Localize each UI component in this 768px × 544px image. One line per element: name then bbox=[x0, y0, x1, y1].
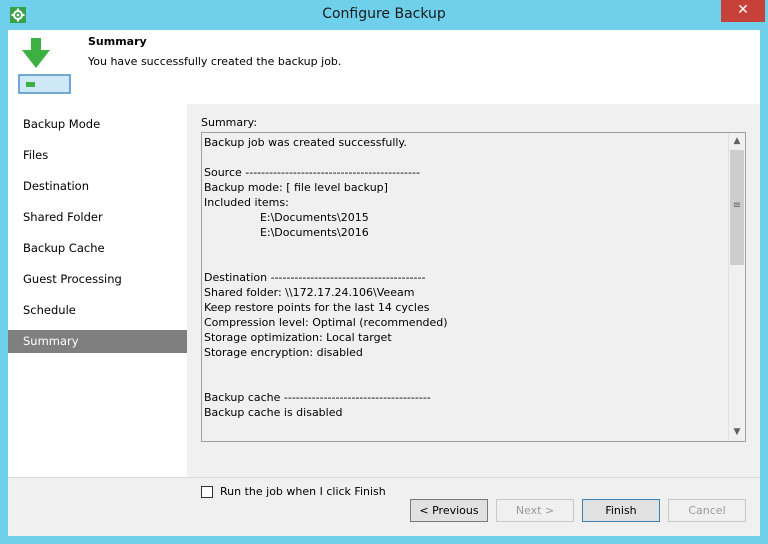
scrollbar-thumb[interactable]: ≡ bbox=[730, 150, 744, 265]
nav-item-schedule[interactable]: Schedule bbox=[8, 299, 187, 322]
dialog-client-area: Summary You have successfully created th… bbox=[8, 30, 760, 536]
nav-item-label: Destination bbox=[23, 179, 89, 193]
close-icon: ✕ bbox=[737, 2, 749, 18]
finish-button[interactable]: Finish bbox=[582, 499, 660, 522]
summary-text: Backup job was created successfully. Sou… bbox=[204, 136, 448, 419]
wizard-step-list: Backup Mode Files Destination Shared Fol… bbox=[8, 104, 187, 477]
run-job-label[interactable]: Run the job when I click Finish bbox=[220, 485, 386, 498]
summary-scrollbar[interactable]: ▲ ≡ ▼ bbox=[728, 133, 745, 441]
previous-button[interactable]: < Previous bbox=[410, 499, 488, 522]
nav-item-backup-mode[interactable]: Backup Mode bbox=[8, 113, 187, 136]
configure-backup-window: Configure Backup ✕ Summary You have succ… bbox=[0, 0, 768, 544]
nav-item-label: Backup Mode bbox=[23, 117, 101, 131]
header-panel: Summary You have successfully created th… bbox=[8, 30, 760, 104]
nav-item-backup-cache[interactable]: Backup Cache bbox=[8, 237, 187, 260]
nav-item-shared-folder[interactable]: Shared Folder bbox=[8, 206, 187, 229]
nav-item-label: Shared Folder bbox=[23, 210, 103, 224]
window-title: Configure Backup bbox=[322, 6, 446, 22]
nav-item-destination[interactable]: Destination bbox=[8, 175, 187, 198]
chevron-down-icon[interactable]: ▼ bbox=[729, 424, 745, 441]
title-bar[interactable]: Configure Backup ✕ bbox=[0, 0, 768, 30]
nav-item-label: Schedule bbox=[23, 303, 76, 317]
cancel-button[interactable]: Cancel bbox=[668, 499, 746, 522]
close-button[interactable]: ✕ bbox=[721, 0, 765, 22]
nav-item-summary[interactable]: Summary bbox=[8, 330, 187, 353]
header-subtitle: You have successfully created the backup… bbox=[88, 55, 342, 68]
grip-icon: ≡ bbox=[732, 200, 742, 211]
nav-item-label: Guest Processing bbox=[23, 272, 122, 286]
header-title: Summary bbox=[88, 35, 147, 48]
summary-label: Summary: bbox=[201, 116, 258, 129]
nav-item-label: Backup Cache bbox=[23, 241, 105, 255]
nav-item-files[interactable]: Files bbox=[8, 144, 187, 167]
next-button[interactable]: Next > bbox=[496, 499, 574, 522]
nav-item-label: Files bbox=[23, 148, 49, 162]
nav-item-guest-processing[interactable]: Guest Processing bbox=[8, 268, 187, 291]
chevron-up-icon[interactable]: ▲ bbox=[729, 133, 745, 150]
download-arrow-icon bbox=[18, 38, 71, 94]
run-job-checkbox[interactable] bbox=[201, 486, 213, 498]
nav-item-label: Summary bbox=[23, 334, 79, 348]
summary-textbox[interactable]: Backup job was created successfully. Sou… bbox=[201, 132, 746, 442]
content-panel: Summary: Backup job was created successf… bbox=[187, 104, 760, 498]
footer-separator bbox=[8, 477, 760, 478]
